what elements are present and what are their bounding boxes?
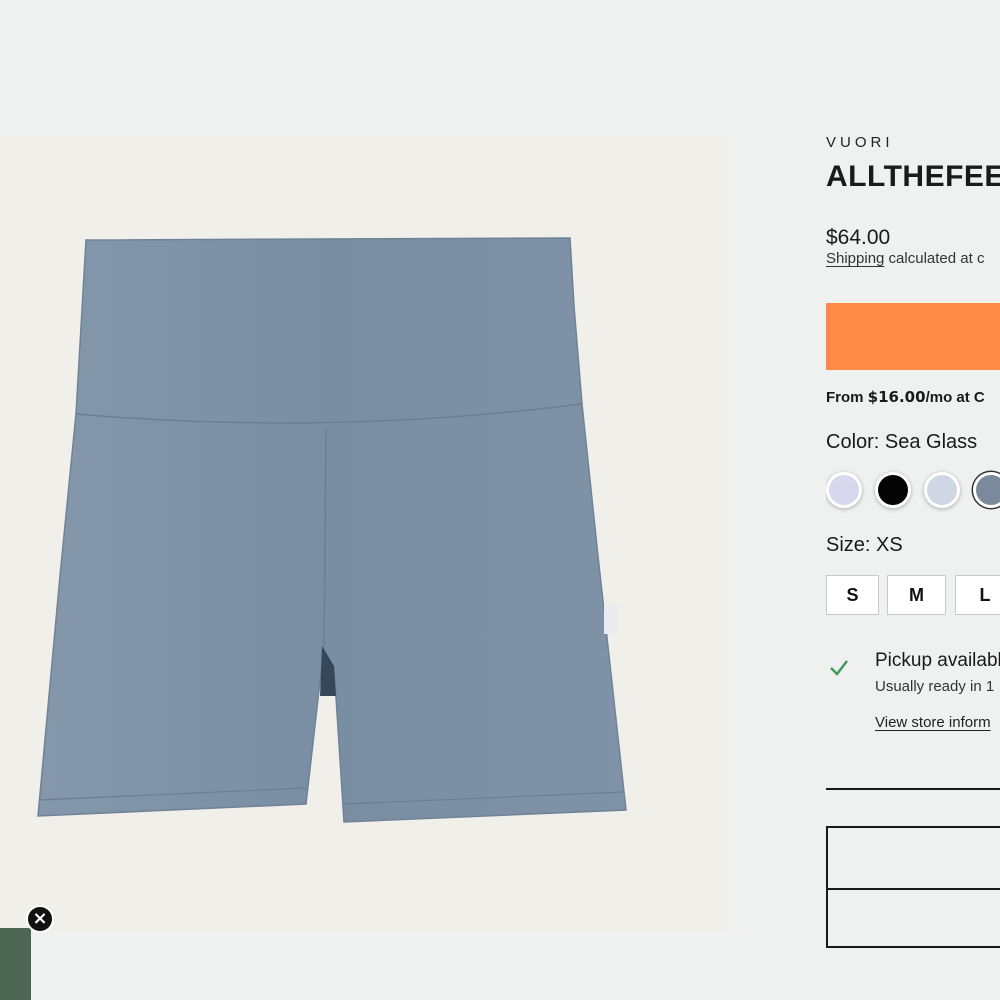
divider <box>826 788 1000 790</box>
product-image[interactable] <box>0 136 730 932</box>
size-option-m[interactable]: M <box>887 575 946 615</box>
shipping-link[interactable]: Shipping <box>826 250 884 267</box>
size-option-s[interactable]: S <box>826 575 879 615</box>
swatch-light-periwinkle[interactable] <box>924 472 960 508</box>
size-label: Size: XS <box>826 534 903 556</box>
swatch-lavender[interactable] <box>826 472 862 508</box>
view-store-info-link[interactable]: View store inform <box>875 714 991 731</box>
product-details-accordion <box>826 826 1000 948</box>
color-label: Color: Sea Glass <box>826 431 978 453</box>
close-icon[interactable]: × <box>26 905 54 933</box>
swatch-black[interactable] <box>875 472 911 508</box>
installments-note: From $16.00/mo at C <box>826 388 985 406</box>
color-swatches <box>826 472 1000 512</box>
pickup-title: Pickup availabl <box>875 650 1000 671</box>
product-info-panel: VUORI ALLTHEFEEL $64.00 Shipping calcula… <box>826 0 1000 1000</box>
check-icon <box>830 660 848 676</box>
shipping-note: Shipping calculated at c <box>826 250 984 267</box>
product-title: ALLTHEFEEL <box>826 160 1000 193</box>
size-option-l[interactable]: L <box>955 575 1000 615</box>
installments-amount: $16.00 <box>867 388 926 406</box>
pickup-subtitle: Usually ready in 1 <box>875 678 995 695</box>
shipping-text: calculated at c <box>884 250 985 267</box>
product-vendor[interactable]: VUORI <box>826 134 894 151</box>
add-to-cart-button[interactable] <box>826 303 1000 370</box>
installments-suffix: /mo at C <box>925 389 985 406</box>
swatch-sea-glass[interactable] <box>973 472 1000 508</box>
promo-tab[interactable] <box>0 928 31 1000</box>
product-price: $64.00 <box>826 226 891 249</box>
shorts-illustration <box>37 237 627 823</box>
accordion-row[interactable] <box>828 888 1000 948</box>
size-options: S M L <box>826 575 1000 615</box>
installments-prefix: From <box>826 389 868 406</box>
accordion-row[interactable] <box>828 828 1000 888</box>
